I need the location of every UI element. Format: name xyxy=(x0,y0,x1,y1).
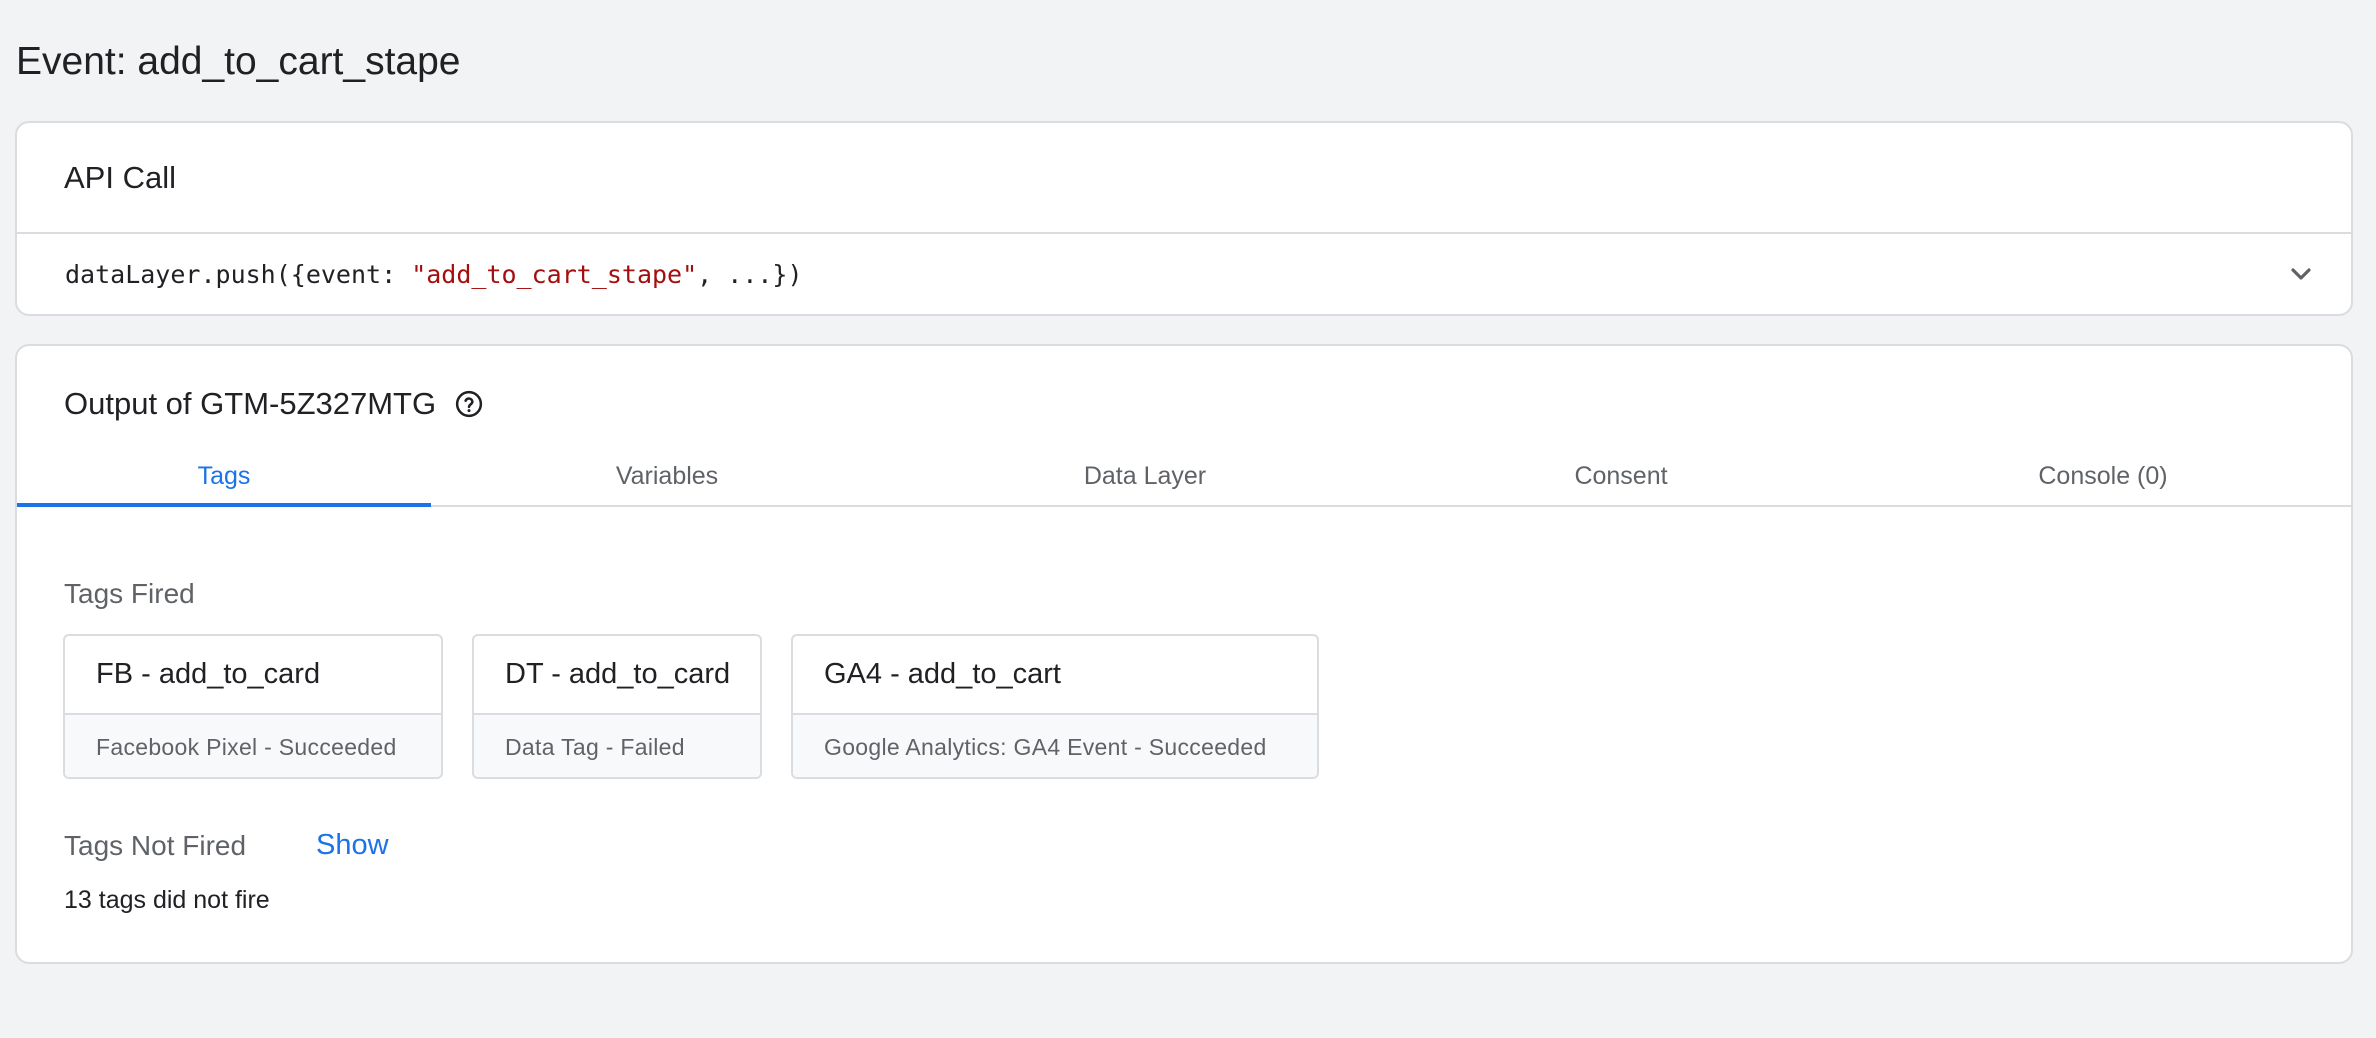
tab-tags[interactable]: Tags xyxy=(17,448,431,507)
tag-name: FB - add_to_card xyxy=(65,636,441,715)
help-circle-icon[interactable] xyxy=(454,389,484,419)
tag-name: GA4 - add_to_cart xyxy=(793,636,1317,715)
tab-consent[interactable]: Consent xyxy=(1387,448,1855,505)
tag-status: Data Tag - Failed xyxy=(474,715,760,777)
tag-card-ga4[interactable]: GA4 - add_to_cart Google Analytics: GA4 … xyxy=(791,634,1319,779)
tag-status: Google Analytics: GA4 Event - Succeeded xyxy=(793,715,1317,777)
output-header: Output of GTM-5Z327MTG xyxy=(64,376,484,432)
output-card: Output of GTM-5Z327MTG Tags Variables Da… xyxy=(15,344,2353,964)
tag-name: DT - add_to_card xyxy=(474,636,760,715)
api-call-header: API Call xyxy=(17,123,2351,234)
tab-data-layer[interactable]: Data Layer xyxy=(903,448,1387,505)
tags-fired-label: Tags Fired xyxy=(64,578,195,609)
output-tabs: Tags Variables Data Layer Consent Consol… xyxy=(17,448,2351,507)
chevron-down-icon[interactable] xyxy=(2285,258,2317,290)
tags-not-fired-label: Tags Not Fired xyxy=(64,830,247,861)
tab-console[interactable]: Console (0) xyxy=(1855,448,2351,505)
tab-variables[interactable]: Variables xyxy=(431,448,903,505)
code-suffix: , ...}) xyxy=(697,259,803,289)
api-call-card: API Call dataLayer.push({event: "add_to_… xyxy=(15,121,2353,316)
api-call-row[interactable]: dataLayer.push({event: "add_to_cart_stap… xyxy=(17,234,2351,314)
code-event-string: "add_to_cart_stape" xyxy=(411,259,698,289)
tag-card-dt[interactable]: DT - add_to_card Data Tag - Failed xyxy=(472,634,762,779)
not-fired-count: 13 tags did not fire xyxy=(64,886,270,914)
output-title: Output of GTM-5Z327MTG xyxy=(64,386,437,421)
tag-status: Facebook Pixel - Succeeded xyxy=(65,715,441,777)
show-not-fired-link[interactable]: Show xyxy=(316,829,389,862)
page-title: Event: add_to_cart_stape xyxy=(16,40,461,83)
tag-card-fb[interactable]: FB - add_to_card Facebook Pixel - Succee… xyxy=(63,634,443,779)
code-prefix: dataLayer.push({event: xyxy=(65,259,412,289)
